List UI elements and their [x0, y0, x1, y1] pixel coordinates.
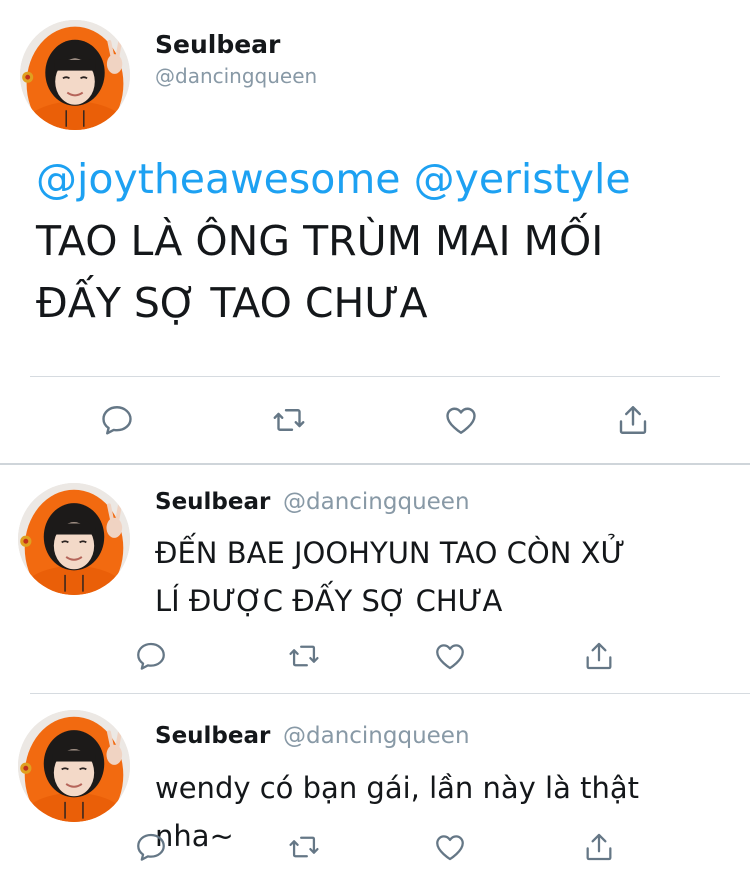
user-handle[interactable]: @dancingqueen [283, 723, 470, 749]
tweet-text-line: LÍ ĐƯỢC ĐẤY SỢ CHƯA [155, 584, 503, 618]
avatar-image [18, 483, 130, 595]
like-icon[interactable] [433, 639, 467, 673]
mention-line: @joytheawesome @yeristyle [36, 148, 726, 210]
retweet-icon[interactable] [287, 639, 321, 673]
reply-icon[interactable] [134, 830, 168, 864]
tweet-text: @joytheawesome @yeristyle TAO LÀ ÔNG TRÙ… [36, 148, 726, 334]
tweet-text-line: ĐẤY SỢ TAO CHƯA [36, 279, 428, 327]
share-icon[interactable] [615, 402, 651, 438]
user-handle[interactable]: @dancingqueen [283, 489, 470, 515]
divider [30, 376, 720, 377]
like-icon[interactable] [433, 830, 467, 864]
avatar-image [20, 20, 130, 130]
tweet-text: ĐẾN BAE JOOHYUN TAO CÒN XỬ LÍ ĐƯỢC ĐẤY S… [155, 529, 725, 625]
retweet-icon[interactable] [271, 402, 307, 438]
tweet-thread: Seulbear @dancingqueen @joytheawesome @y… [0, 0, 750, 887]
avatar[interactable] [18, 710, 130, 822]
mention-link[interactable]: @joytheawesome [36, 155, 401, 203]
share-icon[interactable] [582, 639, 616, 673]
reply-tweet: Seulbear @dancingqueen ĐẾN BAE JOOHYUN T… [0, 465, 750, 693]
main-tweet: Seulbear @dancingqueen @joytheawesome @y… [0, 0, 750, 463]
display-name[interactable]: Seulbear [155, 723, 270, 749]
avatar[interactable] [18, 483, 130, 595]
share-icon[interactable] [582, 830, 616, 864]
reply-tweet: Seulbear @dancingqueen wendy có bạn gái,… [0, 694, 750, 887]
avatar-image [18, 710, 130, 822]
display-name[interactable]: Seulbear [155, 30, 280, 59]
like-icon[interactable] [443, 402, 479, 438]
retweet-icon[interactable] [287, 830, 321, 864]
mention-link[interactable]: @yeristyle [414, 155, 631, 203]
tweet-text-line: ĐẾN BAE JOOHYUN TAO CÒN XỬ [155, 536, 626, 570]
reply-icon[interactable] [99, 402, 135, 438]
display-name[interactable]: Seulbear [155, 489, 270, 515]
tweet-text-line: TAO LÀ ÔNG TRÙM MAI MỐI [36, 217, 604, 265]
reply-icon[interactable] [134, 639, 168, 673]
user-handle[interactable]: @dancingqueen [155, 64, 317, 88]
avatar[interactable] [20, 20, 130, 130]
